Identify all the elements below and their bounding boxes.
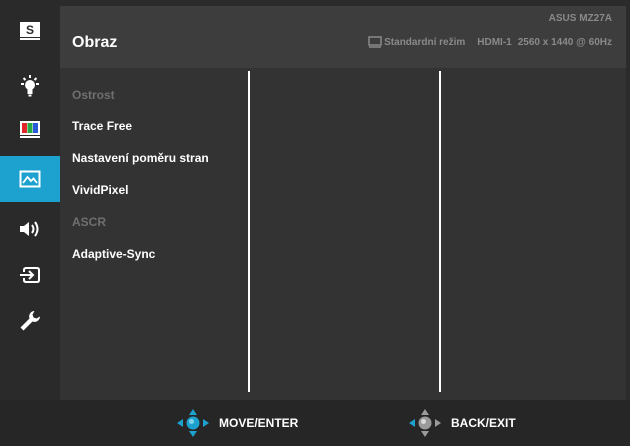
menu-item-trace-free[interactable]: Trace Free <box>72 119 132 133</box>
resolution: 2560 x 1440 @ 60Hz <box>517 36 612 48</box>
sidebar-item-image[interactable] <box>0 156 60 202</box>
page-title: Obraz <box>72 34 118 51</box>
wrench-icon <box>20 311 40 331</box>
status-bar: Standardní režim HDMI-1 2560 x 1440 @ 60… <box>368 36 612 48</box>
main-panel: Obraz ASUS MZ27A Standardní režim HDMI-1… <box>60 6 626 400</box>
back-exit-label: BACK/EXIT <box>451 416 516 430</box>
menu-area: Ostrost Trace Free Nastavení poměru stra… <box>60 68 626 400</box>
move-enter-label: MOVE/ENTER <box>219 416 299 430</box>
s-box-icon: S <box>20 22 40 40</box>
sidebar-item-blue-light-filter[interactable] <box>0 63 60 109</box>
sidebar-item-system-setup[interactable] <box>0 298 60 344</box>
back-exit-hint[interactable]: BACK/EXIT <box>407 400 516 446</box>
light-bulb-icon <box>21 75 39 97</box>
menu-item-vividpixel[interactable]: VividPixel <box>72 183 128 197</box>
input-arrow-icon <box>20 267 40 283</box>
menu-item-aspect-control[interactable]: Nastavení poměru stran <box>72 151 209 165</box>
svg-text:S: S <box>26 23 34 37</box>
column-divider <box>248 71 250 392</box>
sidebar-item-color[interactable] <box>0 106 60 152</box>
menu-item-ascr: ASCR <box>72 215 107 229</box>
sidebar-item-input-select[interactable] <box>0 252 60 298</box>
menu-item-adaptive-sync[interactable]: Adaptive-Sync <box>72 247 155 261</box>
picture-icon <box>19 170 41 188</box>
picture-mode: Standardní režim <box>384 36 466 48</box>
joystick-left-icon <box>409 409 441 437</box>
monitor-icon <box>368 36 382 48</box>
move-enter-hint[interactable]: MOVE/ENTER <box>175 400 298 446</box>
footer-bar: MOVE/ENTER BACK/EXIT <box>0 400 630 446</box>
sidebar-item-splendid[interactable]: S <box>0 8 60 54</box>
osd-window: S Obraz ASUS MZ27A Standardní režim HDMI… <box>0 0 630 446</box>
monitor-model: ASUS MZ27A <box>548 13 612 24</box>
input-source: HDMI-1 <box>477 36 512 48</box>
column-divider <box>439 71 441 392</box>
color-bars-icon <box>20 121 40 138</box>
sidebar: S <box>0 0 60 400</box>
joystick-all-directions-icon <box>177 409 209 437</box>
sidebar-item-sound[interactable] <box>0 206 60 252</box>
speaker-icon <box>20 221 39 237</box>
menu-item-sharpness: Ostrost <box>72 88 115 102</box>
